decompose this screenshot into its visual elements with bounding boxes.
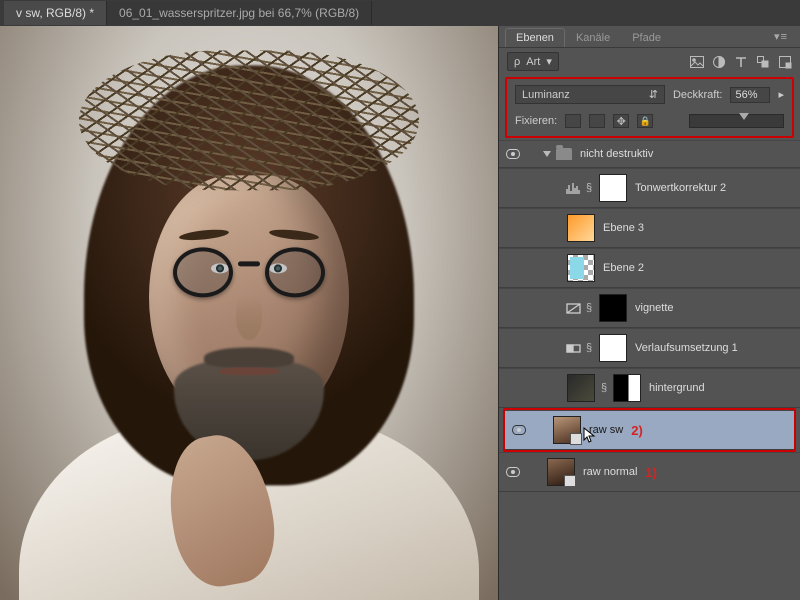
link-icon: § xyxy=(583,182,595,194)
layer-row[interactable]: raw normal 1) xyxy=(499,452,800,492)
layer-row[interactable]: § hintergrund xyxy=(499,368,800,408)
highlight-selected-layer: raw sw 2) xyxy=(503,408,796,452)
levels-icon xyxy=(563,179,583,197)
search-icon: ρ xyxy=(514,56,520,68)
lock-position-button[interactable]: ✥ xyxy=(613,114,629,128)
folder-icon xyxy=(556,148,572,160)
opacity-label: Deckkraft: xyxy=(673,89,723,101)
layer-thumbnail[interactable] xyxy=(567,374,595,402)
main-area: Ebenen Kanäle Pfade ▾≡ ρ Art ▾ Lumina xyxy=(0,26,800,600)
filter-smart-icon[interactable] xyxy=(778,55,792,69)
layer-group-header[interactable]: nicht destruktiv xyxy=(499,140,800,168)
blend-mode-select[interactable]: Luminanz ⇵ xyxy=(515,85,665,104)
filter-icons xyxy=(690,55,792,69)
layer-list: nicht destruktiv § Tonwertkorrektur 2 Eb… xyxy=(499,140,800,600)
layer-thumbnail[interactable] xyxy=(553,416,581,444)
layer-row[interactable]: § Tonwertkorrektur 2 xyxy=(499,168,800,208)
visibility-icon[interactable] xyxy=(506,149,520,159)
chevron-updown-icon: ⇵ xyxy=(649,88,658,101)
layer-name[interactable]: Ebene 2 xyxy=(603,262,644,274)
link-icon: § xyxy=(583,302,595,314)
layer-name[interactable]: hintergrund xyxy=(649,382,705,394)
layer-thumbnail[interactable] xyxy=(547,458,575,486)
layer-thumbnail[interactable] xyxy=(567,214,595,242)
gradient-icon xyxy=(563,299,583,317)
layers-panel: Ebenen Kanäle Pfade ▾≡ ρ Art ▾ Lumina xyxy=(498,26,800,600)
tab-channels[interactable]: Kanäle xyxy=(565,28,621,47)
layer-row[interactable]: § vignette xyxy=(499,288,800,328)
filter-adjust-icon[interactable] xyxy=(712,55,726,69)
chevron-down-icon: ▾ xyxy=(546,55,552,68)
mask-thumbnail[interactable] xyxy=(599,334,627,362)
layer-name[interactable]: raw normal xyxy=(583,466,637,478)
layer-row[interactable]: Ebene 2 xyxy=(499,248,800,288)
disclosure-icon[interactable] xyxy=(543,151,551,157)
visibility-icon[interactable] xyxy=(506,467,520,477)
opacity-slider[interactable] xyxy=(689,114,784,128)
mask-thumbnail[interactable] xyxy=(599,174,627,202)
visibility-icon[interactable] xyxy=(512,425,526,435)
layer-name[interactable]: nicht destruktiv xyxy=(580,148,653,160)
canvas[interactable] xyxy=(0,26,498,600)
mask-thumbnail[interactable] xyxy=(613,374,641,402)
lock-all-button[interactable]: 🔒 xyxy=(637,114,653,128)
opacity-dropdown-icon[interactable]: ▸ xyxy=(778,88,784,101)
layer-row[interactable]: § Verlaufsumsetzung 1 xyxy=(499,328,800,368)
panel-menu-icon[interactable]: ▾≡ xyxy=(768,26,794,47)
annotation-2: 2) xyxy=(631,423,643,438)
layer-name[interactable]: Tonwertkorrektur 2 xyxy=(635,182,726,194)
layer-filter-select[interactable]: ρ Art ▾ xyxy=(507,52,559,71)
layer-name[interactable]: Verlaufsumsetzung 1 xyxy=(635,342,738,354)
link-icon: § xyxy=(598,382,610,394)
layer-row[interactable]: Ebene 3 xyxy=(499,208,800,248)
layer-thumbnail[interactable] xyxy=(567,254,595,282)
cursor-pointer-icon xyxy=(583,427,597,445)
tab-layers[interactable]: Ebenen xyxy=(505,28,565,47)
lock-label: Fixieren: xyxy=(515,115,557,127)
highlight-blend-box: Luminanz ⇵ Deckkraft: ▸ Fixieren: ✥ 🔒 xyxy=(505,77,794,138)
layer-row-selected[interactable]: raw sw 2) xyxy=(505,410,794,450)
filter-row: ρ Art ▾ xyxy=(499,48,800,75)
filter-type-icon[interactable] xyxy=(734,55,748,69)
filter-shape-icon[interactable] xyxy=(756,55,770,69)
layer-name[interactable]: vignette xyxy=(635,302,674,314)
layer-name[interactable]: Ebene 3 xyxy=(603,222,644,234)
tab-paths[interactable]: Pfade xyxy=(621,28,672,47)
lock-pixels-button[interactable] xyxy=(589,114,605,128)
mask-thumbnail[interactable] xyxy=(599,294,627,322)
document-tabs: v sw, RGB/8) * 06_01_wasserspritzer.jpg … xyxy=(0,0,800,26)
doc-tab-inactive[interactable]: 06_01_wasserspritzer.jpg bei 66,7% (RGB/… xyxy=(107,1,372,25)
opacity-input[interactable] xyxy=(730,87,770,103)
annotation-1: 1) xyxy=(645,465,657,480)
filter-image-icon[interactable] xyxy=(690,55,704,69)
gradientmap-icon xyxy=(563,339,583,357)
panel-tabs: Ebenen Kanäle Pfade ▾≡ xyxy=(499,26,800,48)
lock-transparency-button[interactable] xyxy=(565,114,581,128)
portrait-image xyxy=(19,55,479,600)
link-icon: § xyxy=(583,342,595,354)
doc-tab-active[interactable]: v sw, RGB/8) * xyxy=(4,1,107,25)
